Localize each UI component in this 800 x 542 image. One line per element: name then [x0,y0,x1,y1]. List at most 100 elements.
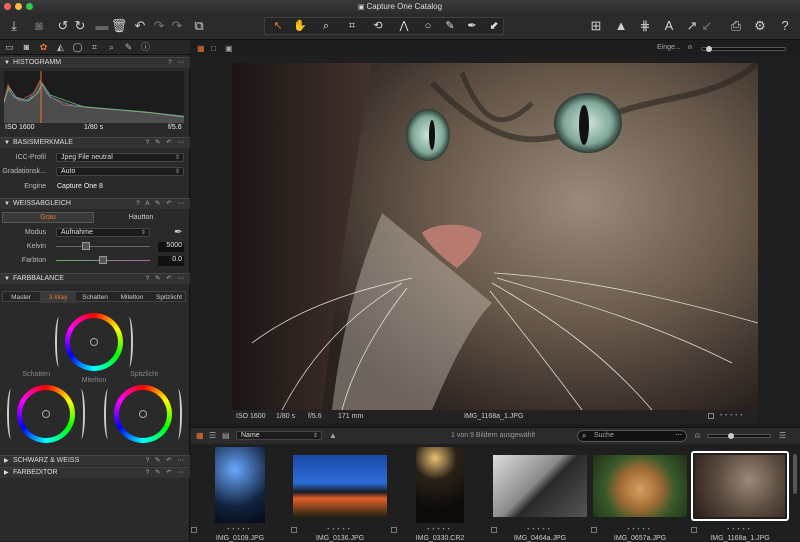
kelvin-input[interactable]: 5000 [158,242,184,252]
thumbnail-size-slider[interactable] [707,433,771,439]
viewer-layout-icon[interactable]: ⊞ [587,17,605,35]
highlight-saturation-arc[interactable] [174,389,182,439]
collapse-triangle-icon[interactable]: ▼ [4,138,10,148]
header-actions-icon[interactable]: ? ✎ ↶ ⋯ [146,274,186,284]
metadata-tab-icon[interactable]: ⓘ [139,41,152,54]
spot-removal-icon[interactable]: ○ [417,18,439,34]
settings-gear-icon[interactable]: ⚙ [751,17,769,35]
wheel-center-handle[interactable] [139,410,147,418]
thumbnail-item[interactable]: ••••• IMG_0109.JPG [191,447,289,542]
rotate-right-icon[interactable]: ↻ [71,17,89,35]
header-actions-icon[interactable]: ? ✎ ↶ ⋯ [146,468,186,478]
print-icon[interactable]: ⎙ [727,17,745,35]
capture-tab-icon[interactable]: ◙ [20,41,33,54]
annotation-icon[interactable]: ⬋ [483,18,505,34]
sort-direction-icon[interactable]: ▲ [329,431,337,440]
tab-mitelton[interactable]: Mitelton [114,292,150,303]
thumbnail-item-selected[interactable]: ••••• IMG_1168a_1.JPG [691,447,789,542]
tab-hautton[interactable]: Hautton [95,212,187,223]
midtone-lightness-arc[interactable] [55,317,63,367]
farbton-input[interactable]: 0.0 [158,256,184,266]
grid-icon[interactable]: ⋕ [636,17,654,35]
close-window-button[interactable] [4,3,11,10]
details-tab-icon[interactable]: ⌕ [105,41,118,54]
header-actions-icon[interactable]: ? ✎ ↶ ⋯ [146,138,186,148]
search-options-icon[interactable]: ⋯ [675,431,682,439]
exposure-tab-icon[interactable]: ◭ [54,41,67,54]
header-actions-icon[interactable]: ? ⋯ [168,58,186,68]
color-tab-icon[interactable]: ✿ [37,41,50,54]
thumbnail-rating[interactable]: ••••• [491,527,589,533]
info-checkbox[interactable] [708,413,714,419]
modus-select[interactable]: Aufnahme ⇕ [56,228,150,237]
eyedropper-icon[interactable]: ✒ [174,227,182,238]
list-view-icon[interactable]: ☰ [209,431,216,440]
adjustments-tab-icon[interactable]: ✎ [122,41,135,54]
proof-icon[interactable]: A [660,17,678,35]
multi-view-icon[interactable]: ▦ [197,44,205,53]
zoom-slider-handle[interactable] [706,46,712,52]
proof-view-icon[interactable]: ▣ [225,44,233,53]
user-icon[interactable]: ⍝ [688,44,692,52]
sort-select[interactable]: Name ⇕ [236,431,322,440]
minimize-window-button[interactable] [15,3,22,10]
trash-icon[interactable]: 🗑 [110,17,128,35]
help-icon[interactable]: ? [776,17,794,35]
tab-grau[interactable]: Grau [2,212,94,223]
browser-scrollbar[interactable] [793,454,797,494]
tab-master[interactable]: Master [3,292,39,303]
expand-triangle-icon[interactable]: ▶ [4,456,9,466]
farbbalance-header[interactable]: ▼ FARBBALANCE ? ✎ ↶ ⋯ [0,273,190,284]
farbton-slider-handle[interactable] [99,256,107,264]
tab-3-way[interactable]: 3-Way [40,292,76,303]
rotate-tool-icon[interactable]: ⟲ [367,18,389,34]
exposure-warning-icon[interactable]: ▲ [612,17,630,35]
rotate-left-icon[interactable]: ↺ [54,17,72,35]
zoom-slider[interactable] [701,46,786,52]
library-tab-icon[interactable]: ▭ [3,41,16,54]
gradation-select[interactable]: Auto ⇕ [56,167,184,176]
grid-view-icon[interactable]: ▦ [196,431,204,440]
collapse-triangle-icon[interactable]: ▼ [4,58,10,68]
collapse-triangle-icon[interactable]: ▼ [4,199,10,209]
thumbnail-item[interactable]: ••••• IMG_0330.CR2 [391,447,489,542]
header-actions-icon[interactable]: ? ✎ ↶ ⋯ [146,456,186,466]
share-arrow-icon[interactable]: ↙ [698,17,716,35]
copy-adjustments-icon[interactable]: ⧉ [190,17,208,35]
select-cursor-icon[interactable]: ↖ [267,18,289,34]
zoom-window-button[interactable] [26,3,33,10]
farbeditor-header[interactable]: ▶ FARBEDITOR ? ✎ ↶ ⋯ [0,467,190,478]
header-actions-icon[interactable]: ? A ✎ ↶ ⋯ [136,199,186,209]
redo-all-icon[interactable]: ↷ [168,17,186,35]
thumbnail-item[interactable]: ••••• IMG_0657a.JPG [591,447,689,542]
tab-schatten[interactable]: Schatten [77,292,113,303]
pan-hand-icon[interactable]: ✋ [289,18,311,34]
single-view-icon[interactable]: □ [211,44,216,53]
thumbnail-rating[interactable]: ••••• [291,527,389,533]
kelvin-slider-handle[interactable] [82,242,90,250]
histogram-header[interactable]: ▼ HISTOGRAMM ? ⋯ [0,57,190,68]
composition-tab-icon[interactable]: ⌗ [88,41,101,54]
browser-menu-icon[interactable]: ☰ [779,431,786,440]
wheel-center-handle[interactable] [90,338,98,346]
schwarzweiss-header[interactable]: ▶ SCHWARZ & WEISS ? ✎ ↶ ⋯ [0,455,190,466]
import-icon[interactable]: ⤓ [5,17,23,35]
picker-icon[interactable]: ✒ [461,18,483,34]
keystone-icon[interactable]: ⋀ [393,18,415,34]
filmstrip-view-icon[interactable]: ▤ [222,431,230,440]
browser-search-field[interactable]: ⌕ Suche ⋯ [577,430,687,442]
shadow-saturation-arc[interactable] [77,389,85,439]
midtone-saturation-arc[interactable] [125,317,133,367]
thumbnail-rating[interactable]: ••••• [591,527,689,533]
undo-icon[interactable]: ↶ [131,17,149,35]
user-icon[interactable]: ⍝ [695,431,700,441]
redo-icon[interactable]: ↷ [150,17,168,35]
highlight-lightness-arc[interactable] [104,389,112,439]
thumbnail-size-handle[interactable] [728,433,734,439]
kelvin-slider-track[interactable] [56,246,150,247]
shadow-lightness-arc[interactable] [7,389,15,439]
midtone-color-wheel[interactable] [65,313,123,371]
icc-profile-select[interactable]: Jpeg File neutral ⇕ [56,153,184,162]
wheel-center-handle[interactable] [42,410,50,418]
shadow-color-wheel[interactable] [17,385,75,443]
